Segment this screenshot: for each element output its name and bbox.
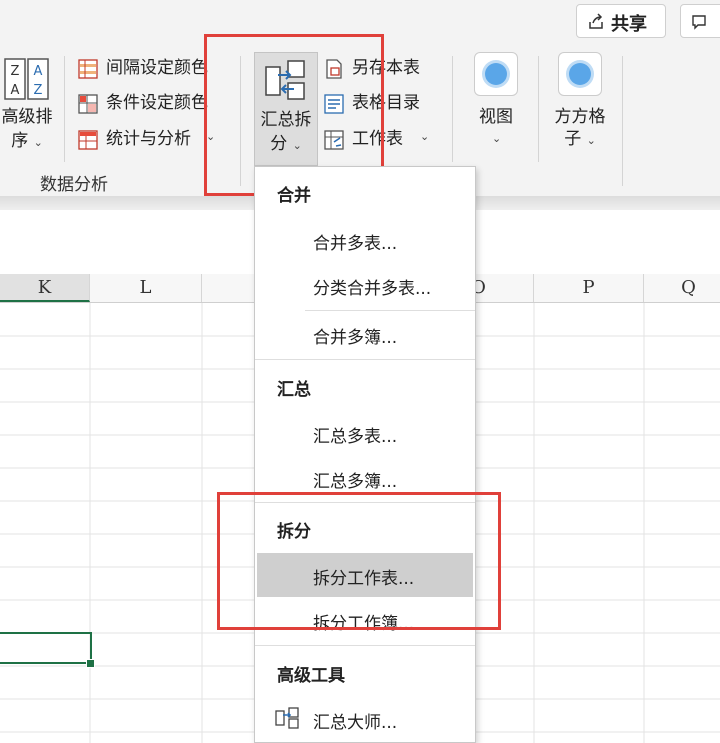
interval-color-label: 间隔设定颜色 — [106, 58, 208, 78]
interval-color-icon — [78, 59, 98, 79]
interval-color-button[interactable]: 间隔设定颜色 — [78, 57, 218, 81]
menu-item-merge-workbooks[interactable]: 合并多簿... — [313, 323, 397, 348]
menu-item-summary-master[interactable]: 汇总大师... — [313, 708, 397, 733]
fill-handle[interactable] — [86, 659, 95, 668]
svg-text:Z: Z — [34, 83, 43, 98]
share-label: 共享 — [611, 14, 647, 35]
svg-text:A: A — [34, 64, 43, 79]
condition-color-label: 条件设定颜色 — [106, 93, 208, 113]
menu-separator — [305, 310, 475, 311]
svg-text:A: A — [11, 83, 20, 98]
stats-analysis-icon — [78, 130, 98, 150]
advanced-sort-label-1: 高级排 — [1, 107, 53, 127]
column-header-p[interactable]: P — [534, 274, 644, 302]
menu-item-summary-sheets[interactable]: 汇总多表... — [313, 422, 397, 447]
view-icon — [474, 52, 518, 96]
share-icon — [589, 13, 603, 29]
menu-item-merge-sheets[interactable]: 合并多表... — [313, 229, 397, 254]
condition-color-icon — [78, 94, 98, 114]
sort-az-icon: Z A A Z — [4, 58, 49, 100]
advanced-sort-label-2: 序 ⌄ — [0, 130, 54, 154]
stats-analysis-label: 统计与分析 — [106, 129, 191, 149]
menu-header-merge: 合并 — [277, 186, 311, 206]
chevron-down-icon: ⌄ — [492, 132, 502, 145]
fangfang-button[interactable]: 方方格 子 ⌄ — [548, 52, 612, 152]
menu-separator — [255, 645, 475, 646]
ribbon-separator — [538, 56, 539, 162]
menu-item-category-merge[interactable]: 分类合并多表... — [313, 274, 431, 299]
fangfang-icon — [558, 52, 602, 96]
view-button[interactable]: 视图 ⌄ — [468, 52, 524, 152]
fangfang-label-1: 方方格 — [554, 107, 606, 127]
advanced-sort-button[interactable]: Z A A Z 高级排 序 ⌄ — [0, 56, 54, 166]
column-header-k[interactable]: K — [0, 274, 90, 302]
selected-cell[interactable] — [0, 632, 92, 664]
chevron-down-icon: ⌄ — [33, 136, 43, 149]
fangfang-label-2: 子 ⌄ — [548, 128, 612, 152]
summary-master-icon — [275, 707, 299, 729]
view-label: 视图 — [479, 107, 513, 127]
column-header-q[interactable]: Q — [644, 274, 720, 302]
svg-text:Z: Z — [11, 64, 20, 79]
summary-split-dropdown: 合并 合并多表... 分类合并多表... 合并多簿... 汇总 汇总多表... … — [254, 166, 476, 743]
menu-separator — [255, 359, 475, 360]
menu-item-summary-workbooks[interactable]: 汇总多簿... — [313, 467, 397, 492]
condition-color-button[interactable]: 条件设定颜色 — [78, 92, 218, 116]
comment-icon — [692, 15, 706, 30]
menu-header-summary: 汇总 — [277, 380, 311, 400]
chevron-down-icon: ⌄ — [586, 134, 596, 147]
highlight-box-split — [217, 492, 501, 630]
ribbon-separator — [452, 56, 453, 162]
group-label-data-analysis: 数据分析 — [40, 175, 108, 195]
menu-header-advanced-tools: 高级工具 — [277, 666, 345, 686]
column-header-l[interactable]: L — [90, 274, 202, 302]
share-button[interactable]: 共享 — [576, 4, 666, 38]
ribbon-separator — [64, 56, 65, 162]
fangfang-label-2-text: 子 — [564, 129, 582, 149]
chevron-down-icon: ⌄ — [420, 130, 430, 143]
comment-button[interactable] — [680, 4, 720, 38]
advanced-sort-label-2-text: 序 — [11, 131, 29, 151]
ribbon-separator — [622, 56, 623, 186]
